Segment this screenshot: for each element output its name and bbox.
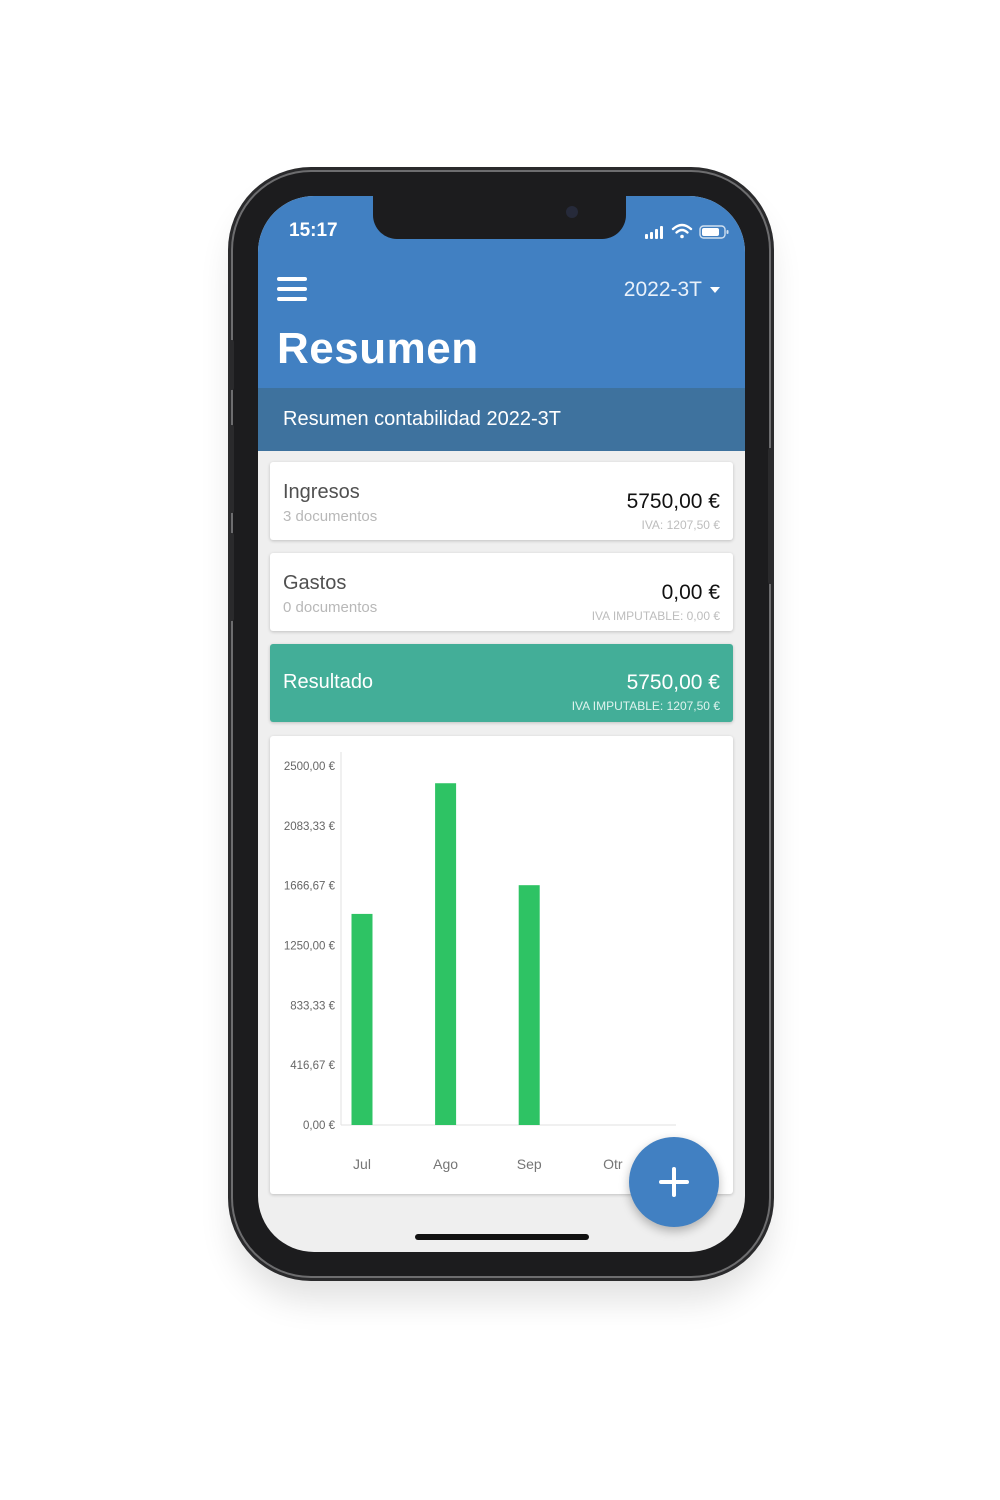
y-tick-label: 2500,00 € [284, 761, 336, 773]
bar-ago [435, 783, 457, 1125]
signal-icon [645, 226, 663, 239]
resultado-title: Resultado [283, 671, 374, 693]
home-indicator [415, 1234, 589, 1240]
y-tick-label: 0,00 € [303, 1120, 336, 1132]
gastos-card[interactable]: Gastos 0 documentos 0,00 € IVA IMPUTABLE… [270, 553, 733, 631]
volume-down-button [229, 533, 234, 621]
ingresos-card[interactable]: Ingresos 3 documentos 5750,00 € IVA: 120… [270, 462, 733, 540]
gastos-amount: 0,00 € [661, 581, 720, 604]
silent-switch [229, 340, 234, 390]
y-tick-label: 2083,33 € [284, 821, 336, 833]
wifi-icon [671, 223, 693, 239]
y-tick-label: 1666,67 € [284, 881, 336, 893]
status-time: 15:17 [289, 220, 338, 241]
page-title: Resumen [277, 324, 479, 373]
x-tick-label: Sep [517, 1156, 542, 1172]
battery-icon [699, 225, 729, 239]
notch [373, 196, 626, 239]
gastos-doc-count: 0 documentos [283, 599, 378, 616]
menu-icon[interactable] [277, 277, 307, 301]
gastos-title: Gastos [283, 572, 347, 594]
power-button [768, 448, 774, 584]
resultado-iva: IVA IMPUTABLE: 1207,50 € [571, 699, 720, 713]
period-selector[interactable]: 2022-3T [624, 278, 720, 302]
x-tick-label: Jul [353, 1156, 371, 1172]
chart-card: 0,00 € 416,67 € 833,33 € 1250,00 € 1666,67 €… [270, 736, 733, 1194]
front-camera [566, 206, 578, 218]
bar-jul [351, 913, 373, 1125]
monthly-bar-chart: 0,00 € 416,67 € 833,33 € 1250,00 € 1666,67 €… [284, 752, 676, 1172]
y-tick-label: 1250,00 € [284, 941, 336, 953]
x-tick-label: Ago [433, 1156, 458, 1172]
volume-up-button [229, 425, 234, 513]
ingresos-amount: 5750,00 € [626, 490, 720, 513]
status-icons [645, 223, 729, 239]
ingresos-title: Ingresos [283, 481, 360, 503]
y-tick-label: 416,67 € [290, 1060, 335, 1072]
x-tick-label: Otr [603, 1156, 623, 1172]
resultado-card[interactable]: Resultado 5750,00 € IVA IMPUTABLE: 1207,… [270, 644, 733, 722]
phone-screen: 15:17 2022-3T Resumen Resumen contabilid… [258, 196, 745, 1252]
add-document-button[interactable] [629, 1137, 719, 1227]
period-label: 2022-3T [623, 278, 702, 301]
ingresos-iva: IVA: 1207,50 € [641, 518, 720, 532]
y-tick-label: 833,33 € [290, 1000, 335, 1012]
caret-down-icon [710, 287, 720, 294]
gastos-iva: IVA IMPUTABLE: 0,00 € [591, 609, 720, 623]
resultado-amount: 5750,00 € [626, 671, 720, 694]
summary-subheader-text: Resumen contabilidad 2022-3T [283, 408, 561, 430]
ingresos-doc-count: 3 documentos [283, 508, 378, 525]
summary-subheader: Resumen contabilidad 2022-3T [258, 388, 745, 451]
bar-sep [518, 885, 540, 1125]
plus-icon-vertical [672, 1167, 676, 1197]
